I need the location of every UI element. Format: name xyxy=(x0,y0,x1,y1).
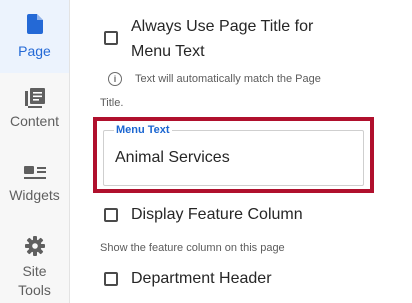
sidebar-item-label: Content xyxy=(9,113,60,129)
display-feature-column-label: Display Feature Column xyxy=(131,206,303,223)
sidebar-item-widgets[interactable]: Widgets xyxy=(0,165,69,210)
sidebar-item-label: Page xyxy=(18,43,51,59)
menu-text-input-value[interactable]: Animal Services xyxy=(115,147,230,169)
sidebar-item-label: Widgets xyxy=(9,187,60,203)
sidebar-item-label-line2: Tools xyxy=(18,282,51,298)
sidebar-item-site-tools[interactable]: Site Tools xyxy=(0,236,69,300)
page-icon xyxy=(26,0,43,37)
content-icon xyxy=(24,88,45,111)
widgets-icon xyxy=(23,165,46,184)
always-use-title-help-line1: Text will automatically match the Page xyxy=(135,73,321,85)
left-sidebar: Page Content Widgets Site Tools xyxy=(0,0,70,303)
menu-text-legend: Menu Text xyxy=(114,123,172,137)
always-use-title-help-line2: Title. xyxy=(100,97,124,109)
display-feature-column-help: Show the feature column on this page xyxy=(100,242,285,254)
always-use-title-label-line1: Always Use Page Title for xyxy=(131,18,314,35)
department-header-label: Department Header xyxy=(131,270,272,287)
display-feature-column-checkbox[interactable] xyxy=(104,208,118,222)
always-use-title-label-line2: Menu Text xyxy=(131,43,205,60)
sidebar-item-label-line1: Site xyxy=(22,263,47,279)
sidebar-item-page[interactable]: Page xyxy=(0,0,69,73)
department-header-checkbox[interactable] xyxy=(104,272,118,286)
gear-icon xyxy=(24,236,45,259)
always-use-title-checkbox[interactable] xyxy=(104,31,118,45)
sidebar-item-content[interactable]: Content xyxy=(0,88,69,138)
info-icon: i xyxy=(108,72,122,86)
